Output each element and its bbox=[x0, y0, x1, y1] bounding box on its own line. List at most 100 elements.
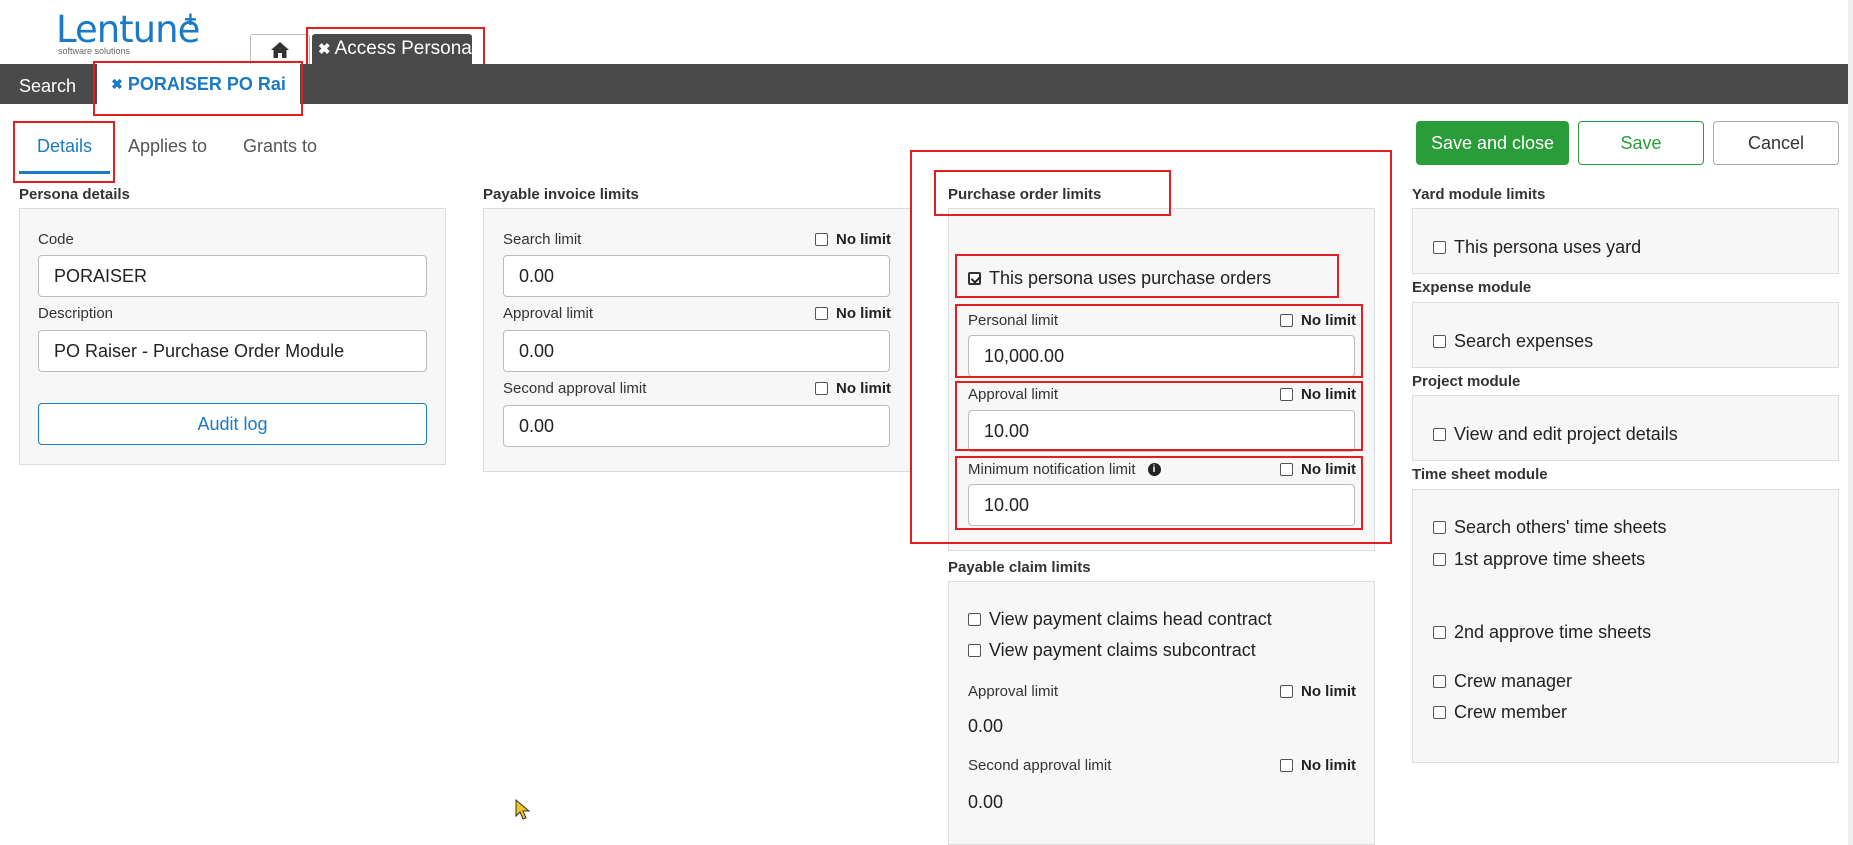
scrollbar[interactable] bbox=[1848, 0, 1853, 845]
approval-limit-field[interactable]: 0.00 bbox=[503, 330, 890, 372]
expense-title: Expense module bbox=[1412, 279, 1532, 296]
timesheet-option-label: Search others' time sheets bbox=[1454, 517, 1667, 537]
timesheet-option-crew-manager[interactable]: Crew manager bbox=[1433, 671, 1572, 692]
project-option-label: View and edit project details bbox=[1454, 424, 1678, 444]
no-limit-checkbox[interactable] bbox=[1280, 463, 1293, 476]
no-limit-checkbox[interactable] bbox=[815, 307, 828, 320]
no-limit-label: No limit bbox=[1301, 683, 1356, 700]
min-notification-field[interactable]: 10.00 bbox=[968, 484, 1355, 526]
timesheet-option-label: 1st approve time sheets bbox=[1454, 549, 1646, 569]
timesheet-title: Time sheet module bbox=[1412, 466, 1548, 483]
approval-no-limit[interactable]: No limit bbox=[815, 305, 891, 322]
no-limit-label: No limit bbox=[1301, 312, 1356, 329]
audit-log-button[interactable]: Audit log bbox=[38, 403, 427, 445]
yard-title: Yard module limits bbox=[1412, 186, 1546, 203]
code-label: Code bbox=[38, 231, 74, 248]
logo-name: Lentune bbox=[56, 8, 200, 51]
subcontract-option[interactable]: View payment claims subcontract bbox=[968, 640, 1256, 661]
tab-applies-to[interactable]: Applies to bbox=[128, 136, 207, 157]
claim-approval-label: Approval limit bbox=[968, 683, 1059, 700]
no-limit-label: No limit bbox=[836, 231, 891, 248]
head-contract-option[interactable]: View payment claims head contract bbox=[968, 609, 1272, 630]
timesheet-checkbox[interactable] bbox=[1433, 553, 1446, 566]
lentune-logo: Lentune + software solutions bbox=[56, 7, 200, 57]
personal-no-limit[interactable]: No limit bbox=[1280, 312, 1356, 329]
project-checkbox[interactable] bbox=[1433, 428, 1446, 441]
personal-limit-field[interactable]: 10,000.00 bbox=[968, 335, 1355, 377]
expense-option[interactable]: Search expenses bbox=[1433, 331, 1593, 352]
claim-approval-no-limit[interactable]: No limit bbox=[1280, 683, 1356, 700]
cancel-button[interactable]: Cancel bbox=[1713, 121, 1839, 165]
timesheet-checkbox[interactable] bbox=[1433, 706, 1446, 719]
close-icon[interactable]: ✖ bbox=[111, 76, 123, 93]
description-field[interactable]: PO Raiser - Purchase Order Module bbox=[38, 330, 427, 372]
no-limit-label: No limit bbox=[836, 380, 891, 397]
second-approval-limit-field[interactable]: 0.00 bbox=[503, 405, 890, 447]
plus-icon: + bbox=[184, 7, 197, 32]
timesheet-option-label: 2nd approve time sheets bbox=[1454, 622, 1652, 642]
close-icon[interactable]: ✖ bbox=[318, 40, 331, 58]
code-field[interactable]: PORAISER bbox=[38, 255, 427, 297]
tab-details-underline bbox=[19, 171, 110, 174]
project-option[interactable]: View and edit project details bbox=[1433, 424, 1678, 445]
second-approval-limit-label: Second approval limit bbox=[503, 380, 647, 397]
timesheet-option-crew-member[interactable]: Crew member bbox=[1433, 702, 1567, 723]
po-approval-limit-label: Approval limit bbox=[968, 386, 1059, 403]
payable-invoice-title: Payable invoice limits bbox=[483, 186, 639, 203]
nav-search[interactable]: Search bbox=[19, 76, 76, 97]
timesheet-checkbox[interactable] bbox=[1433, 675, 1446, 688]
no-limit-checkbox[interactable] bbox=[1280, 314, 1293, 327]
no-limit-checkbox[interactable] bbox=[1280, 388, 1293, 401]
no-limit-label: No limit bbox=[1301, 386, 1356, 403]
timesheet-option-1st-approve[interactable]: 1st approve time sheets bbox=[1433, 549, 1645, 570]
min-notification-no-limit[interactable]: No limit bbox=[1280, 461, 1356, 478]
info-icon[interactable]: i bbox=[1147, 463, 1161, 476]
expense-checkbox[interactable] bbox=[1433, 335, 1446, 348]
timesheet-checkbox[interactable] bbox=[1433, 626, 1446, 639]
head-contract-checkbox[interactable] bbox=[968, 613, 981, 626]
head-contract-label: View payment claims head contract bbox=[989, 609, 1272, 629]
no-limit-checkbox[interactable] bbox=[815, 382, 828, 395]
yard-option[interactable]: This persona uses yard bbox=[1433, 237, 1641, 258]
search-limit-field[interactable]: 0.00 bbox=[503, 255, 890, 297]
approval-limit-label: Approval limit bbox=[503, 305, 594, 322]
payable-claim-title: Payable claim limits bbox=[948, 559, 1091, 576]
no-limit-label: No limit bbox=[836, 305, 891, 322]
record-tab[interactable]: ✖ PORAISER PO Rai bbox=[97, 64, 300, 104]
timesheet-checkbox[interactable] bbox=[1433, 521, 1446, 534]
subcontract-checkbox[interactable] bbox=[968, 644, 981, 657]
timesheet-option-search[interactable]: Search others' time sheets bbox=[1433, 517, 1667, 538]
description-label: Description bbox=[38, 305, 114, 322]
persona-details-title: Persona details bbox=[19, 186, 130, 203]
tab-access-persona[interactable]: ✖ Access Persona bbox=[312, 34, 472, 64]
no-limit-checkbox[interactable] bbox=[815, 233, 828, 246]
logo-tagline: software solutions bbox=[58, 46, 131, 56]
search-no-limit[interactable]: No limit bbox=[815, 231, 891, 248]
home-tab[interactable] bbox=[250, 34, 310, 64]
second-approval-no-limit[interactable]: No limit bbox=[815, 380, 891, 397]
timesheet-option-label: Crew member bbox=[1454, 702, 1568, 722]
tab-grants-to[interactable]: Grants to bbox=[243, 136, 317, 157]
timesheet-option-label: Crew manager bbox=[1454, 671, 1573, 691]
save-and-close-button[interactable]: Save and close bbox=[1416, 121, 1569, 165]
subcontract-label: View payment claims subcontract bbox=[989, 640, 1256, 660]
timesheet-option-2nd-approve[interactable]: 2nd approve time sheets bbox=[1433, 622, 1651, 643]
search-limit-label: Search limit bbox=[503, 231, 582, 248]
yard-checkbox[interactable] bbox=[1433, 241, 1446, 254]
no-limit-checkbox[interactable] bbox=[1280, 759, 1293, 772]
po-approval-no-limit[interactable]: No limit bbox=[1280, 386, 1356, 403]
no-limit-checkbox[interactable] bbox=[1280, 685, 1293, 698]
claim-second-approval-label: Second approval limit bbox=[968, 757, 1112, 774]
po-approval-limit-field[interactable]: 10.00 bbox=[968, 410, 1355, 452]
save-button[interactable]: Save bbox=[1578, 121, 1704, 165]
tab-details[interactable]: Details bbox=[37, 136, 92, 157]
purchase-order-title: Purchase order limits bbox=[948, 186, 1102, 203]
min-notification-label: Minimum notification limit i bbox=[968, 461, 1161, 478]
cursor-icon bbox=[515, 799, 531, 820]
uses-purchase-orders-option[interactable]: This persona uses purchase orders bbox=[968, 268, 1271, 289]
tab-access-persona-label: Access Persona bbox=[334, 38, 472, 59]
claim-second-no-limit[interactable]: No limit bbox=[1280, 757, 1356, 774]
claim-second-approval-value: 0.00 bbox=[968, 792, 1004, 812]
uses-purchase-orders-checkbox[interactable] bbox=[968, 272, 981, 285]
no-limit-label: No limit bbox=[1301, 757, 1356, 774]
